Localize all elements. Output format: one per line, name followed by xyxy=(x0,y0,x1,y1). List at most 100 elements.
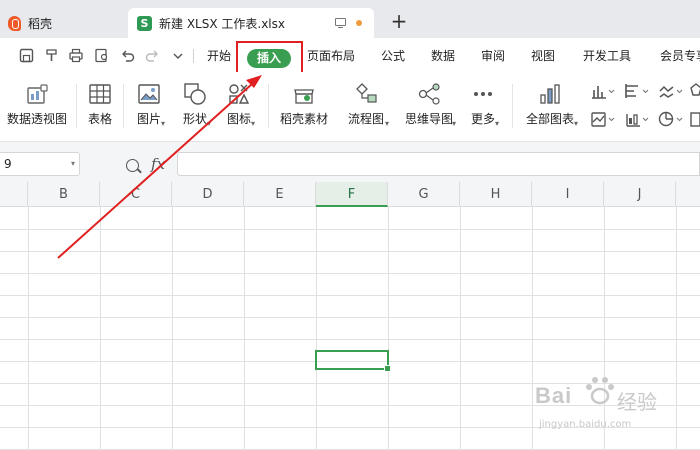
grid-column-line xyxy=(532,207,533,450)
save-icon[interactable] xyxy=(19,48,35,63)
column-header-d[interactable]: D xyxy=(172,182,244,207)
grid-column-line xyxy=(244,207,245,450)
grid-column-line xyxy=(316,207,317,450)
flowchart-icon xyxy=(354,82,378,106)
menu-home[interactable]: 开始 xyxy=(207,47,231,65)
tab-daoke[interactable]: 稻壳 xyxy=(0,8,123,38)
pie-chart-button[interactable] xyxy=(658,110,684,128)
tab-workbook[interactable]: S 新建 XLSX 工作表.xlsx xyxy=(128,8,374,38)
daoke-material-button[interactable]: 稻壳素材 xyxy=(279,82,329,132)
format-painter-icon[interactable] xyxy=(44,48,60,63)
scatter-chart-button[interactable] xyxy=(690,110,700,128)
column-chart-button[interactable] xyxy=(590,82,616,100)
redo-icon[interactable] xyxy=(144,48,160,63)
more-button[interactable]: 更多 ▾ xyxy=(465,82,501,132)
all-charts-icon xyxy=(538,82,562,106)
mind-map-icon xyxy=(417,82,441,106)
grid-column-line xyxy=(172,207,173,450)
watermark-brand: Bai xyxy=(535,383,573,408)
ribbon-insert: 数据透视图 表格 图片 ▾ 形状 ▾ 图标 ▾ 稻壳素材 流程图 ▾ 思维导图 … xyxy=(0,72,700,142)
pivot-chart-label: 数据透视图 xyxy=(6,112,67,126)
icons-dropdown-icon[interactable]: ▾ xyxy=(251,119,255,128)
column-header-j[interactable]: J xyxy=(604,182,676,207)
area-chart-button[interactable] xyxy=(590,110,616,128)
bar-chart-button[interactable] xyxy=(624,82,650,100)
grid-row-line xyxy=(0,339,700,340)
pivot-chart-button[interactable]: 数据透视图 xyxy=(6,82,68,132)
column-header-b[interactable]: B xyxy=(28,182,100,207)
table-icon xyxy=(88,82,112,106)
shapes-dropdown-icon[interactable]: ▾ xyxy=(207,119,211,128)
customize-dropdown-icon[interactable] xyxy=(170,48,186,63)
column-header-h[interactable]: H xyxy=(460,182,532,207)
menu-data[interactable]: 数据 xyxy=(431,47,455,65)
line-chart-button[interactable] xyxy=(658,82,684,100)
spreadsheet-logo-icon: S xyxy=(137,15,152,31)
grid-column-line xyxy=(100,207,101,450)
pie-chart-icon xyxy=(658,111,683,127)
column-header-i[interactable]: I xyxy=(532,182,604,207)
picture-dropdown-icon[interactable]: ▾ xyxy=(161,119,165,128)
print-icon[interactable] xyxy=(68,48,84,63)
menu-review[interactable]: 审阅 xyxy=(481,47,505,65)
mind-map-label: 思维导图 xyxy=(404,112,453,126)
column-chart-icon xyxy=(592,86,615,99)
more-icon xyxy=(471,82,495,106)
more-label: 更多 xyxy=(470,112,495,126)
shapes-button[interactable]: 形状 ▾ xyxy=(178,82,212,132)
radar-chart-button[interactable] xyxy=(690,82,700,100)
all-charts-button[interactable]: 全部图表 ▾ xyxy=(521,82,579,132)
flowchart-button[interactable]: 流程图 ▾ xyxy=(340,82,392,132)
daoke-logo-icon xyxy=(8,15,21,31)
picture-label: 图片 xyxy=(136,112,161,126)
shapes-icon xyxy=(183,82,207,106)
column-header-e[interactable]: E xyxy=(244,182,316,207)
column-header-partial[interactable] xyxy=(676,182,700,207)
flowchart-dropdown-icon[interactable]: ▾ xyxy=(385,119,389,128)
insert-function-icon[interactable]: fx xyxy=(151,155,165,173)
new-tab-button[interactable]: + xyxy=(390,11,408,31)
menu-formulas[interactable]: 公式 xyxy=(381,47,405,65)
icons-label: 图标 xyxy=(226,112,251,126)
shapes-label: 形状 xyxy=(182,112,207,126)
grid-row-line xyxy=(0,273,700,274)
menu-view[interactable]: 视图 xyxy=(531,47,555,65)
material-store-icon xyxy=(292,82,316,106)
stock-chart-button[interactable] xyxy=(624,110,650,128)
column-header-f[interactable]: F xyxy=(316,182,388,207)
column-header-partial[interactable] xyxy=(0,182,28,207)
grid-row-line xyxy=(0,295,700,296)
menu-developer[interactable]: 开发工具 xyxy=(583,47,631,65)
tab-bar: 稻壳 S 新建 XLSX 工作表.xlsx + xyxy=(0,0,700,38)
menu-bar: 开始 插入 页面布局 公式 数据 审阅 视图 开发工具 会员专享 xyxy=(0,38,700,72)
grid-column-line xyxy=(28,207,29,450)
undo-icon[interactable] xyxy=(120,48,136,63)
menu-member[interactable]: 会员专享 xyxy=(660,47,700,65)
menu-divider xyxy=(193,49,194,63)
all-charts-dropdown-icon[interactable]: ▾ xyxy=(574,119,578,128)
mind-map-button[interactable]: 思维导图 ▾ xyxy=(400,82,458,132)
ribbon-divider xyxy=(76,84,77,128)
stock-chart-icon xyxy=(626,114,649,127)
print-preview-icon[interactable] xyxy=(94,48,110,63)
column-header-g[interactable]: G xyxy=(388,182,460,207)
area-chart-icon xyxy=(591,112,615,127)
more-dropdown-icon[interactable]: ▾ xyxy=(495,119,499,128)
name-box-dropdown-icon[interactable]: ▾ xyxy=(71,153,75,175)
tab-daoke-label: 稻壳 xyxy=(28,16,53,31)
ribbon-divider xyxy=(268,84,269,128)
name-box[interactable]: 9 ▾ xyxy=(0,152,80,176)
mind-map-dropdown-icon[interactable]: ▾ xyxy=(452,119,456,128)
grid-row-line xyxy=(0,229,700,230)
formula-input[interactable] xyxy=(177,152,700,176)
daoke-material-label: 稻壳素材 xyxy=(279,112,328,126)
annotation-highlight-box xyxy=(236,41,303,75)
zoom-search-icon[interactable] xyxy=(126,159,139,172)
icons-button[interactable]: 图标 ▾ xyxy=(222,82,256,132)
picture-button[interactable]: 图片 ▾ xyxy=(132,82,166,132)
column-header-c[interactable]: C xyxy=(100,182,172,207)
screen-cast-icon[interactable] xyxy=(335,18,346,28)
table-button[interactable]: 表格 xyxy=(85,82,115,132)
menu-page-layout[interactable]: 页面布局 xyxy=(307,47,355,65)
active-cell[interactable] xyxy=(315,350,391,372)
